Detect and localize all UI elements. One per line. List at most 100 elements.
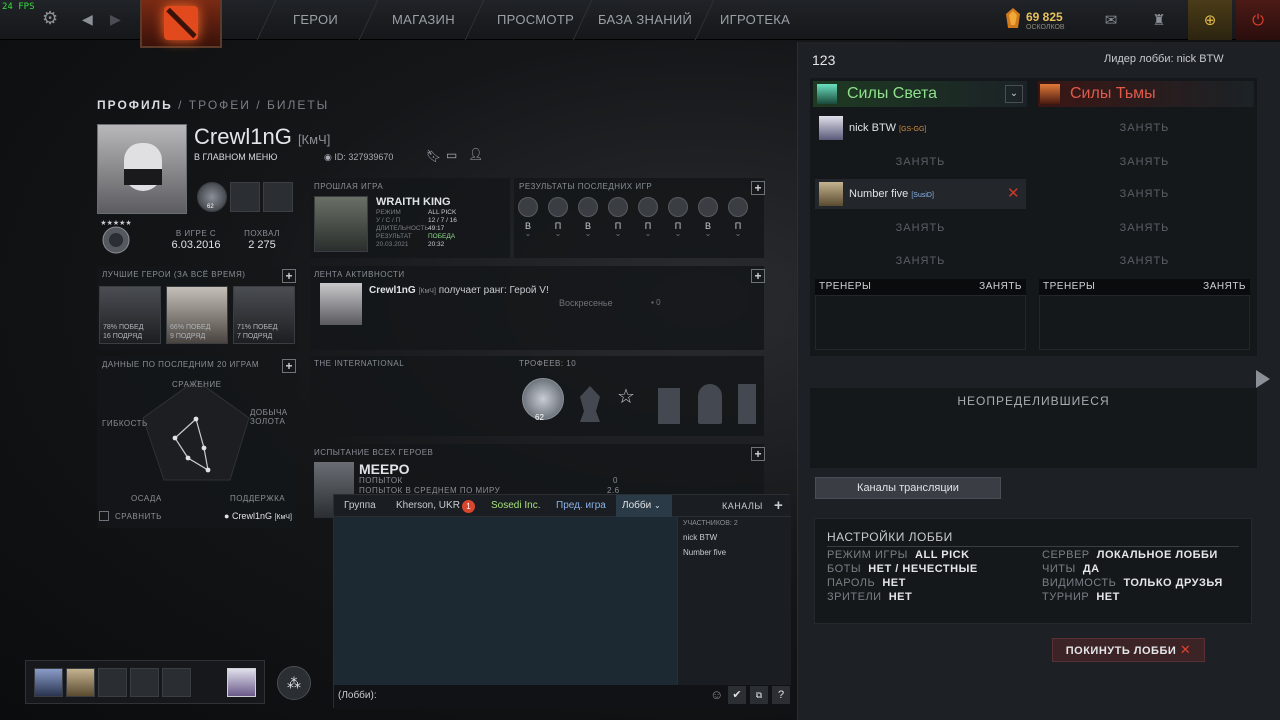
- bookmark-icon[interactable]: 🔖︎: [426, 149, 441, 163]
- best-heroes-add-button[interactable]: +: [282, 269, 296, 283]
- chat-tab-party[interactable]: Группа: [338, 495, 382, 517]
- broadcast-channels-button[interactable]: Каналы трансляции: [815, 477, 1001, 499]
- nav-learn[interactable]: БАЗА ЗНАНИЙ: [598, 0, 692, 40]
- recent-match[interactable]: П ⌄: [638, 197, 658, 238]
- avatar[interactable]: [97, 124, 187, 214]
- chat-tab-guild[interactable]: Kherson, UKR: [390, 495, 466, 517]
- chat-tab-sosedi[interactable]: Sosedi Inc.: [485, 495, 546, 517]
- mail-icon[interactable]: ✉: [1092, 0, 1130, 40]
- channels-button[interactable]: КАНАЛЫ: [716, 495, 769, 517]
- unassigned-panel[interactable]: НЕОПРЕДЕЛИВШИЕСЯ: [810, 388, 1257, 468]
- activity-avatar[interactable]: [320, 283, 362, 325]
- add-channel-icon[interactable]: +: [768, 495, 789, 517]
- recent-match[interactable]: П ⌄: [608, 197, 628, 238]
- dire-slot-take[interactable]: ЗАНЯТЬ: [1039, 179, 1250, 209]
- popout-icon[interactable]: ⧉: [750, 686, 768, 704]
- forward-arrow-icon[interactable]: ▶: [110, 11, 121, 28]
- coach-take-button[interactable]: ЗАНЯТЬ: [979, 279, 1022, 295]
- kick-icon[interactable]: ✕: [1007, 179, 1020, 209]
- radiant-header[interactable]: Силы Света ⌄: [813, 81, 1027, 107]
- nav-arcade[interactable]: ИГРОТЕКА: [720, 0, 790, 40]
- best-hero-card[interactable]: 66% ПОБЕД 9 ПОДРЯД: [166, 286, 228, 344]
- radiant-slot-take[interactable]: ЗАНЯТЬ: [815, 246, 1026, 276]
- setting-key: БОТЫ: [827, 563, 862, 575]
- dota-logo-button[interactable]: [140, 0, 222, 48]
- play-arrow-icon[interactable]: [1256, 370, 1270, 388]
- leave-lobby-label: ПОКИНУТЬ ЛОББИ: [1065, 645, 1177, 657]
- self-avatar[interactable]: [227, 668, 256, 697]
- featured-item-1[interactable]: [230, 182, 260, 212]
- player-id[interactable]: ◉ ID: 327939670: [324, 152, 393, 163]
- recent-match[interactable]: В ⌄: [518, 197, 538, 238]
- add-friend-icon[interactable]: 👤︎: [468, 147, 483, 161]
- stats20-add-button[interactable]: +: [282, 359, 296, 373]
- power-icon[interactable]: ⏻: [1236, 0, 1280, 40]
- last-match-key: РЕЗУЛЬТАТ: [376, 233, 412, 240]
- help-icon[interactable]: ?: [772, 686, 790, 704]
- radiant-slot-take[interactable]: ЗАНЯТЬ: [815, 213, 1026, 243]
- dire-slot-take[interactable]: ЗАНЯТЬ: [1039, 246, 1250, 276]
- dire-header[interactable]: Силы Тьмы: [1038, 81, 1254, 107]
- recent-match[interactable]: В ⌄: [698, 197, 718, 238]
- activity-likes[interactable]: ▪ 0: [651, 298, 661, 307]
- party-empty-slot[interactable]: [98, 668, 127, 697]
- armory-icon[interactable]: ♜: [1140, 0, 1178, 40]
- tab-trophies[interactable]: ТРОФЕИ: [189, 98, 251, 112]
- coach-take-button[interactable]: ЗАНЯТЬ: [1203, 279, 1246, 295]
- check-icon[interactable]: ✔: [728, 686, 746, 704]
- chat-tab-last-game[interactable]: Пред. игра: [550, 495, 612, 517]
- recent-match-hero-icon: [608, 197, 628, 217]
- party-empty-slot[interactable]: [162, 668, 191, 697]
- dire-coaches-bar: ТРЕНЕРЫ ЗАНЯТЬ: [1039, 279, 1250, 295]
- compare-checkbox[interactable]: [99, 511, 109, 521]
- trophy-icon[interactable]: [738, 384, 756, 424]
- message-icon[interactable]: ▭: [446, 148, 457, 162]
- dota-plus-icon[interactable]: ⊕: [1188, 0, 1232, 40]
- activity-user[interactable]: Crewl1nG: [369, 285, 416, 296]
- tab-tickets[interactable]: БИЛЕТЫ: [267, 98, 329, 112]
- nav-watch[interactable]: ПРОСМОТР: [497, 0, 574, 40]
- best-hero-card[interactable]: 78% ПОБЕД 16 ПОДРЯД: [99, 286, 161, 344]
- chat-tab-lobby[interactable]: Лобби ⌄: [616, 495, 672, 517]
- rank-medal-icon[interactable]: ★★★★★: [100, 216, 132, 256]
- recent-match[interactable]: П ⌄: [668, 197, 688, 238]
- friends-icon[interactable]: ⁂: [277, 666, 311, 700]
- nav-store[interactable]: МАГАЗИН: [392, 0, 455, 40]
- shards-counter[interactable]: 69 825 ОСКОЛКОВ: [1004, 8, 1065, 33]
- recent-match[interactable]: В ⌄: [578, 197, 598, 238]
- chevron-down-icon[interactable]: ⌄: [1005, 85, 1023, 103]
- best-hero-card[interactable]: 71% ПОБЕД 7 ПОДРЯД: [233, 286, 295, 344]
- tab-profile[interactable]: ПРОФИЛЬ: [97, 98, 173, 112]
- trophy-icon[interactable]: [698, 384, 722, 424]
- radiant-slot-take[interactable]: ЗАНЯТЬ: [815, 147, 1026, 177]
- featured-item-2[interactable]: [263, 182, 293, 212]
- trophy-icon[interactable]: [658, 388, 680, 424]
- party-empty-slot[interactable]: [130, 668, 159, 697]
- setting-key: ЗРИТЕЛИ: [827, 591, 882, 603]
- activity-add-button[interactable]: +: [751, 269, 765, 283]
- radiant-title: Силы Света: [847, 85, 938, 102]
- recent-match[interactable]: П ⌄: [728, 197, 748, 238]
- member-item[interactable]: nick BTW: [683, 533, 717, 542]
- member-item[interactable]: Number five: [683, 548, 726, 557]
- recent-match[interactable]: П ⌄: [548, 197, 568, 238]
- dire-slot-take[interactable]: ЗАНЯТЬ: [1039, 213, 1250, 243]
- recent-add-button[interactable]: +: [751, 181, 765, 195]
- challenge-add-button[interactable]: +: [751, 447, 765, 461]
- radiant-slot-1[interactable]: nick BTW [GS-GG]: [815, 113, 1026, 143]
- back-arrow-icon[interactable]: ◀: [82, 11, 93, 28]
- party-member-avatar[interactable]: [34, 668, 63, 697]
- chat-input-bar[interactable]: (Лобби): ☺ ✔ ⧉ ?: [334, 685, 791, 709]
- dire-slot-take[interactable]: ЗАНЯТЬ: [1039, 147, 1250, 177]
- radiant-slot-3[interactable]: Number five [SusiD] ✕: [815, 179, 1026, 209]
- setting-value: НЕТ / НЕЧЕСТНЫЕ: [868, 563, 978, 575]
- party-member-avatar[interactable]: [66, 668, 95, 697]
- leave-lobby-button[interactable]: ПОКИНУТЬ ЛОББИ ✕: [1052, 638, 1205, 662]
- dire-slot-take[interactable]: ЗАНЯТЬ: [1039, 113, 1250, 143]
- emoji-icon[interactable]: ☺: [710, 687, 723, 702]
- settings-gear-icon[interactable]: ⚙: [42, 8, 58, 29]
- nav-heroes[interactable]: ГЕРОИ: [293, 0, 338, 40]
- best-hero-streak: 9 ПОДРЯД: [170, 333, 206, 340]
- player-tag: [GS-GG]: [899, 126, 927, 133]
- star-trophy-icon[interactable]: ☆: [617, 384, 635, 409]
